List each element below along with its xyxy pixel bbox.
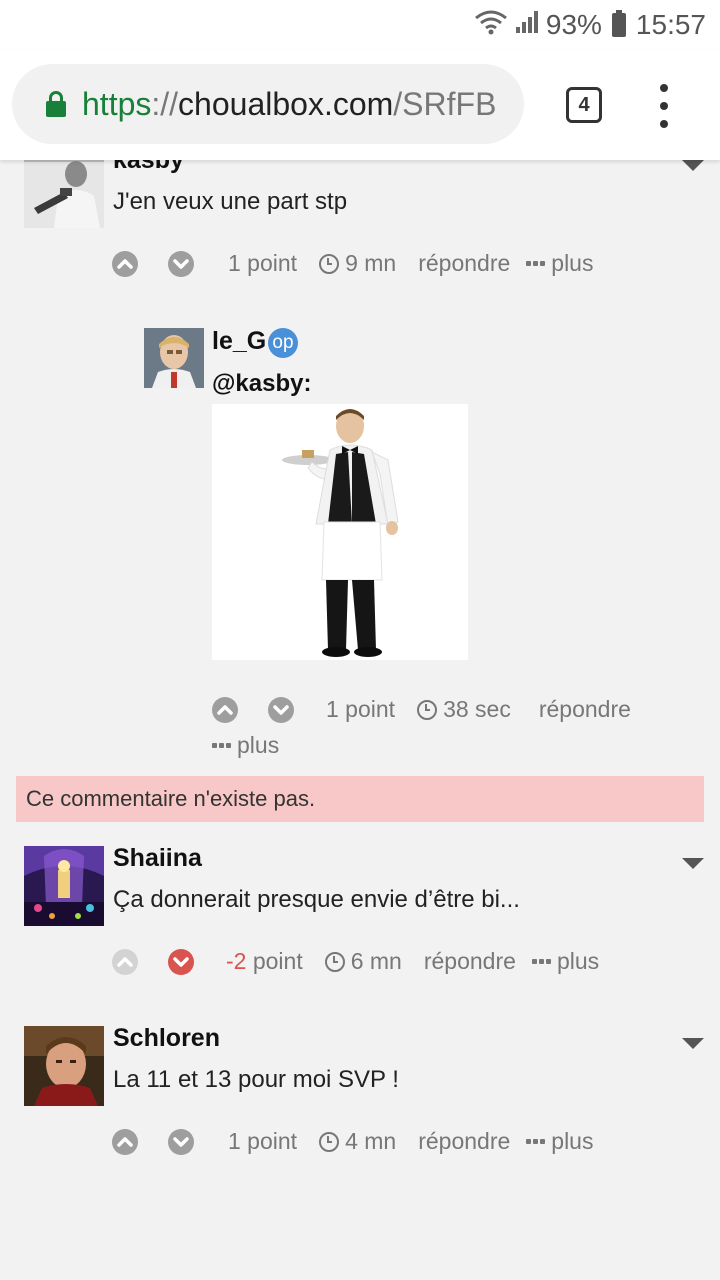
score: 1 point [228,1128,298,1154]
comment-menu-caret[interactable] [682,858,704,869]
deleted-comment-notice: Ce commentaire n'existe pas. [16,776,704,822]
upvote-icon[interactable] [212,696,238,723]
username-schloren[interactable]: Schloren [113,1024,220,1053]
avatar-shaiina[interactable] [24,846,104,926]
lock-icon[interactable] [46,91,66,117]
downvote-icon[interactable] [168,250,194,277]
upvote-icon[interactable] [112,1128,138,1155]
downvote-icon[interactable] [168,948,194,975]
status-icons: 93% 15:57 [474,8,706,42]
comment-actions: -2 point 6 mn répondre plus [112,948,599,975]
timestamp: 9 mn [319,250,396,277]
reply-link[interactable]: répondre [418,250,510,277]
comment-actions: 1 point 9 mn répondre plus [112,250,593,277]
wifi-icon [474,9,508,42]
comment-text: J'en veux une part stp [113,188,348,215]
timestamp: 4 mn [319,1128,396,1155]
downvote-icon[interactable] [268,696,294,723]
clock-icon [319,253,340,274]
browser-toolbar: https://choualbox.com/SRfFB 4 [0,50,720,160]
more-dots-icon [526,261,546,266]
avatar-schloren[interactable] [24,1026,104,1106]
username-le-g[interactable]: le_G [212,327,266,356]
comment-menu-caret[interactable] [682,1038,704,1049]
upvote-icon[interactable] [112,250,138,277]
battery-percent: 93% [545,9,602,40]
clock-icon [324,951,345,972]
more-dots-icon [212,743,231,748]
score: -2 point [226,948,303,974]
waiter-image[interactable] [212,404,468,660]
clock-icon [319,1131,340,1152]
score: 1 point [326,696,396,722]
more-link[interactable]: plus [531,948,599,975]
timestamp: 38 sec [417,696,511,723]
battery-icon [611,10,626,37]
status-bar: 93% 15:57 [0,0,720,50]
more-link[interactable]: plus [212,732,279,759]
score: 1 point [228,250,298,276]
comment-text: Ça donnerait presque envie d’être bi... [113,886,520,913]
reply-link[interactable]: répondre [418,1128,510,1155]
url-text[interactable]: https://choualbox.com/SRfFB [82,86,496,123]
overflow-menu-icon[interactable] [654,84,674,128]
comment-menu-caret[interactable] [682,160,704,171]
downvote-icon[interactable] [168,1128,194,1155]
avatar-kasby[interactable] [24,148,104,228]
upvote-icon[interactable] [112,948,138,975]
address-bar[interactable]: https://choualbox.com/SRfFB [12,64,524,144]
score-value: -2 [226,948,247,974]
more-dots-icon [526,1139,546,1144]
comment-actions: 1 point 38 sec répondre [212,696,631,723]
clock-icon [417,699,438,720]
tab-switcher-button[interactable]: 4 [566,87,602,123]
reply-mention[interactable]: @kasby: [212,370,311,398]
signal-icon [514,9,540,42]
comment-text: La 11 et 13 pour moi SVP ! [113,1066,399,1093]
comments-page: kasby J'en veux une part stp 1 point 9 m… [0,0,720,1280]
comment-actions: 1 point 4 mn répondre plus [112,1128,593,1155]
clock-time: 15:57 [635,9,706,40]
op-badge: op [268,328,298,358]
more-link[interactable]: plus [526,250,593,277]
username-shaiina[interactable]: Shaiina [113,844,202,873]
more-link[interactable]: plus [526,1128,593,1155]
more-dots-icon [531,959,551,964]
timestamp: 6 mn [324,948,402,975]
avatar-le-g[interactable] [144,328,204,388]
reply-link[interactable]: répondre [424,948,516,975]
reply-link[interactable]: répondre [539,696,631,723]
